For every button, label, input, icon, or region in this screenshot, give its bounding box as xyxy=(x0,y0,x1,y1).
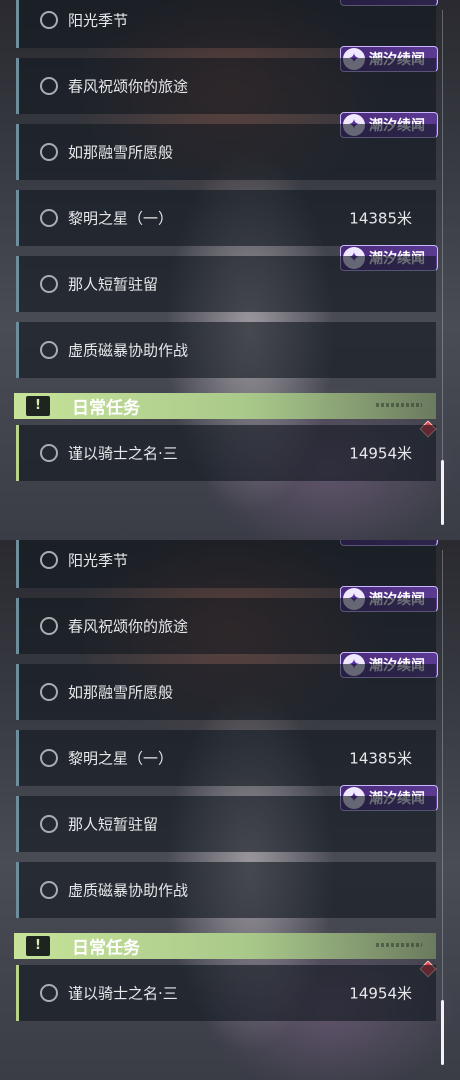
task-distance: 14385米 xyxy=(349,209,412,228)
exclamation-icon xyxy=(26,936,50,956)
quest-list-panel: 阳光季节 ✦ 潮汐续闻 春风祝颂你的旅途 ✦ 潮汐续闻 如那融雪所愿般 黎明之星… xyxy=(0,540,460,1080)
task-label: 谨以骑士之名·三 xyxy=(68,444,178,463)
task-status-icon xyxy=(40,815,58,833)
task-distance: 14385米 xyxy=(349,749,412,768)
task-label: 春风祝颂你的旅途 xyxy=(68,77,189,96)
header-decoration xyxy=(376,403,422,407)
scrollbar-track[interactable] xyxy=(442,550,443,1065)
task-status-icon xyxy=(40,749,58,767)
task-status-icon xyxy=(40,341,58,359)
task-label: 黎明之星（一） xyxy=(68,209,174,228)
task-status-icon xyxy=(40,617,58,635)
scrollbar-track[interactable] xyxy=(442,10,443,525)
task-status-icon xyxy=(40,275,58,293)
task-row-knight-name[interactable]: 谨以骑士之名·三 14954米 xyxy=(16,965,436,1021)
task-row-spring-wind[interactable]: 春风祝颂你的旅途 xyxy=(16,598,436,654)
task-label: 谨以骑士之名·三 xyxy=(68,984,178,1003)
task-label: 那人短暂驻留 xyxy=(68,275,159,294)
task-row-sunlight-season[interactable]: 阳光季节 xyxy=(16,540,436,588)
task-row-melting-snow[interactable]: 如那融雪所愿般 xyxy=(16,664,436,720)
task-status-icon xyxy=(40,683,58,701)
task-row-sunlight-season[interactable]: 阳光季节 xyxy=(16,0,436,48)
task-row-brief-stay[interactable]: 那人短暂驻留 xyxy=(16,796,436,852)
task-label: 阳光季节 xyxy=(68,11,129,30)
task-status-icon xyxy=(40,551,58,569)
task-row-spring-wind[interactable]: 春风祝颂你的旅途 xyxy=(16,58,436,114)
header-decoration xyxy=(376,943,422,947)
scrollbar-thumb[interactable] xyxy=(441,460,444,525)
task-row-brief-stay[interactable]: 那人短暂驻留 xyxy=(16,256,436,312)
section-title: 日常任务 xyxy=(72,938,140,959)
task-label: 虚质磁暴协助作战 xyxy=(68,341,189,360)
exclamation-icon xyxy=(26,396,50,416)
task-row-melting-snow[interactable]: 如那融雪所愿般 xyxy=(16,124,436,180)
task-status-icon xyxy=(40,444,58,462)
task-label: 如那融雪所愿般 xyxy=(68,683,174,702)
task-row-dawn-star[interactable]: 黎明之星（一） 14385米 xyxy=(16,190,436,246)
task-label: 黎明之星（一） xyxy=(68,749,174,768)
task-status-icon xyxy=(40,984,58,1002)
task-distance: 14954米 xyxy=(349,444,412,463)
task-status-icon xyxy=(40,77,58,95)
task-status-icon xyxy=(40,209,58,227)
task-label: 春风祝颂你的旅途 xyxy=(68,617,189,636)
task-distance: 14954米 xyxy=(349,984,412,1003)
task-status-icon xyxy=(40,143,58,161)
task-row-storm-assist[interactable]: 虚质磁暴协助作战 xyxy=(16,862,436,918)
daily-tasks-header[interactable]: 日常任务 xyxy=(14,933,436,959)
task-row-knight-name[interactable]: 谨以骑士之名·三 14954米 xyxy=(16,425,436,481)
quest-list-panel: 阳光季节 ✦ 潮汐续闻 春风祝颂你的旅途 ✦ 潮汐续闻 如那融雪所愿般 黎明之星… xyxy=(0,0,460,540)
task-row-storm-assist[interactable]: 虚质磁暴协助作战 xyxy=(16,322,436,378)
task-row-dawn-star[interactable]: 黎明之星（一） 14385米 xyxy=(16,730,436,786)
task-label: 虚质磁暴协助作战 xyxy=(68,881,189,900)
scrollbar-thumb[interactable] xyxy=(441,1000,444,1065)
task-label: 那人短暂驻留 xyxy=(68,815,159,834)
task-status-icon xyxy=(40,881,58,899)
task-status-icon xyxy=(40,11,58,29)
task-label: 阳光季节 xyxy=(68,551,129,570)
section-title: 日常任务 xyxy=(72,398,140,419)
daily-tasks-header[interactable]: 日常任务 xyxy=(14,393,436,419)
task-label: 如那融雪所愿般 xyxy=(68,143,174,162)
